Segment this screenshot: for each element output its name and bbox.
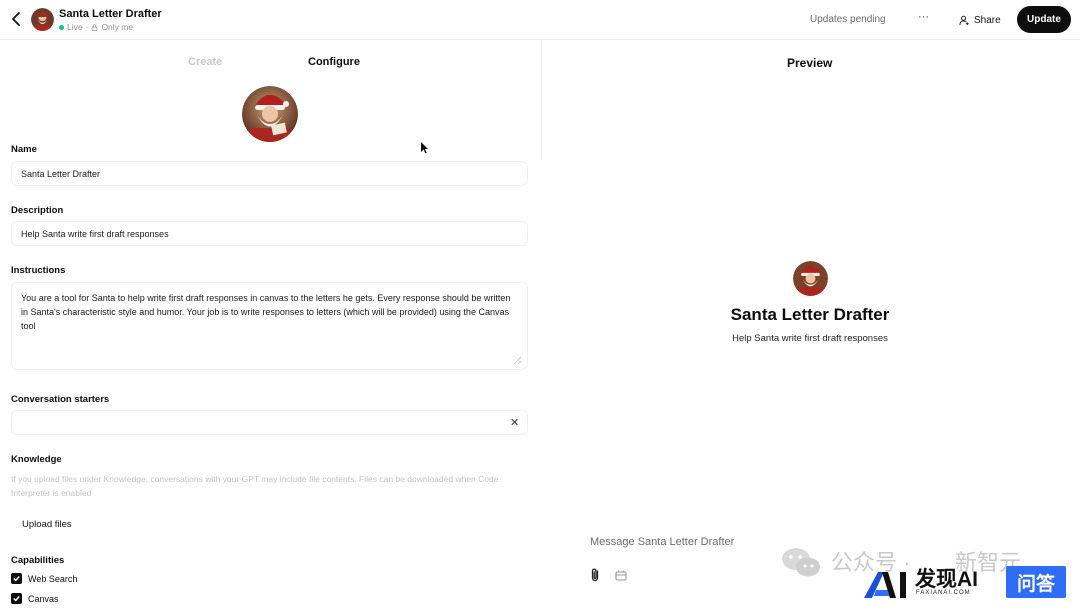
tab-configure[interactable]: Configure <box>308 56 360 68</box>
visibility-label: Only me <box>101 22 134 32</box>
resize-handle-icon[interactable] <box>512 355 522 365</box>
preview-gpt-description: Help Santa write first draft responses <box>732 333 888 344</box>
header-bar: Santa Letter Drafter Live · Only me Upda… <box>0 0 1080 40</box>
tools-icon[interactable] <box>614 568 628 582</box>
ai-logo-icon <box>864 572 906 598</box>
preview-gpt-name: Santa Letter Drafter <box>730 305 890 324</box>
santa-avatar-image <box>242 86 298 142</box>
knowledge-label: Knowledge <box>11 454 62 465</box>
watermark-brand: 发现AI <box>915 568 978 591</box>
instructions-textarea-value: You are a tool for Santa to help write f… <box>21 293 511 331</box>
name-input-value: Santa Letter Drafter <box>21 168 101 179</box>
instructions-label: Instructions <box>11 265 66 276</box>
share-person-icon <box>959 15 969 25</box>
checkbox-checked-icon[interactable] <box>11 593 22 604</box>
live-status: Live <box>67 22 83 32</box>
separator-dot: · <box>85 22 89 32</box>
back-arrow-icon[interactable] <box>8 10 26 28</box>
update-button[interactable]: Update <box>1017 6 1071 33</box>
lock-icon <box>92 23 98 31</box>
instructions-textarea[interactable]: You are a tool for Santa to help write f… <box>11 282 528 370</box>
description-label: Description <box>11 205 64 216</box>
conversation-starter-input[interactable] <box>11 410 528 435</box>
gpt-title: Santa Letter Drafter <box>59 8 162 20</box>
message-input[interactable]: Message Santa Letter Drafter <box>590 536 734 548</box>
conversation-starters-label: Conversation starters <box>11 394 110 405</box>
name-label: Name <box>11 144 37 155</box>
knowledge-hint: If you upload files under Knowledge, con… <box>11 474 499 498</box>
clear-starter-close-icon[interactable]: ✕ <box>510 416 519 429</box>
paperclip-icon[interactable] <box>588 567 602 583</box>
gpt-image-upload[interactable] <box>242 86 298 142</box>
capability-web-search[interactable]: Web Search <box>11 573 77 584</box>
tab-create[interactable]: Create <box>188 56 222 68</box>
preview-avatar <box>793 261 828 296</box>
name-input[interactable]: Santa Letter Drafter <box>11 161 528 186</box>
checkbox-checked-icon[interactable] <box>11 573 22 584</box>
description-input-value: Help Santa write first draft responses <box>21 228 169 239</box>
live-dot-icon <box>59 24 64 30</box>
capabilities-label: Capabilities <box>11 555 65 566</box>
capability-label: Web Search <box>28 573 78 584</box>
description-input[interactable]: Help Santa write first draft responses <box>11 221 528 246</box>
preview-title: Preview <box>787 56 833 70</box>
upload-files-button[interactable]: Upload files <box>13 512 81 536</box>
capability-label: Canvas <box>28 593 59 604</box>
updates-pending-text: Updates pending <box>810 14 886 25</box>
mouse-cursor-icon <box>421 142 428 154</box>
panel-divider <box>541 40 542 160</box>
capability-canvas[interactable]: Canvas <box>11 593 59 604</box>
more-options-button[interactable]: ··· <box>918 11 929 23</box>
gpt-avatar <box>31 8 54 31</box>
share-button[interactable]: Share <box>951 8 1009 32</box>
watermark-badge: 问答 <box>1006 566 1066 598</box>
watermark-brand-url: FAXIANAI.COM <box>916 590 971 596</box>
share-label: Share <box>974 14 1001 26</box>
gpt-status-line: Live · Only me <box>59 22 133 32</box>
wechat-watermark-icon <box>782 548 820 577</box>
